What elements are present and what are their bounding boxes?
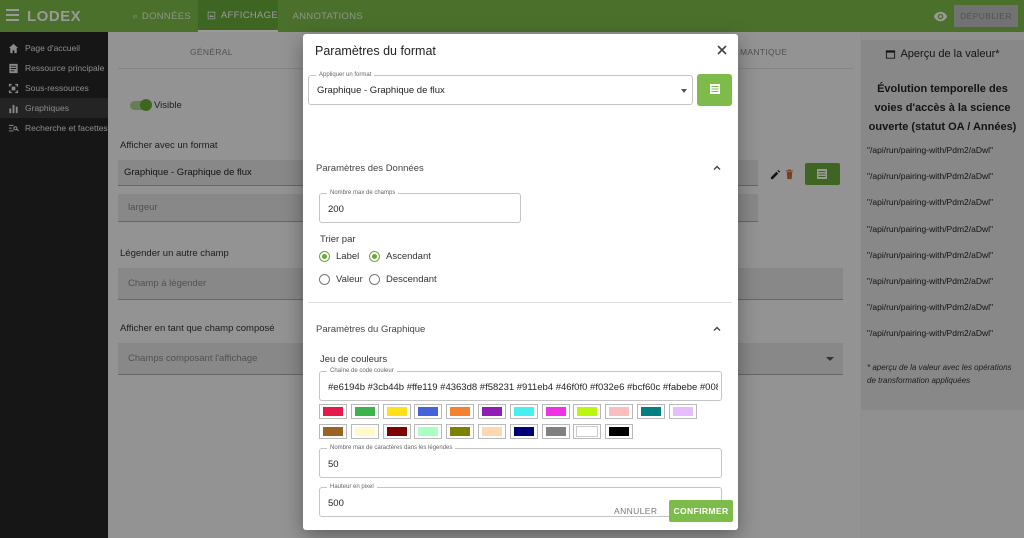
close-icon[interactable] [716,44,728,56]
color-swatch[interactable] [668,404,697,419]
color-swatch[interactable] [382,404,411,419]
section-divider [308,302,732,303]
format-settings-dialog: Paramètres du format Appliquer un format… [303,34,738,530]
radio-icon [369,274,380,285]
max-chars-input[interactable]: Nombre max de caractères dans les légend… [319,444,722,478]
max-fields-input[interactable]: Nombre max de champs 200 [319,189,521,223]
max-chars-legend: Nombre max de caractères dans les légend… [327,444,456,452]
dialog-content[interactable]: Appliquer un format Graphique - Graphiqu… [303,66,738,517]
color-swatch[interactable] [478,404,506,419]
color-swatch[interactable] [446,424,475,439]
format-docs-button[interactable] [697,74,732,106]
color-swatch[interactable] [446,404,475,419]
radio-label: Descendant [386,274,437,285]
radio-icon [369,251,380,262]
color-swatch[interactable] [319,404,347,419]
height-legend: Hauteur en pixel [327,483,377,491]
color-swatch[interactable] [414,424,443,439]
color-swatch[interactable] [478,424,506,439]
chevron-up-icon[interactable] [712,324,722,334]
chevron-up-icon[interactable] [712,163,722,173]
color-swatch[interactable] [605,404,634,419]
radio-icon [319,274,330,285]
color-string-legend: Chaîne de code couleur [327,367,397,375]
chevron-down-icon [681,89,687,93]
settings-list-icon [710,84,720,94]
color-swatch[interactable] [319,424,347,439]
format-select-value: Graphique - Graphique de flux [317,85,445,96]
color-swatch[interactable] [350,404,379,419]
data-section-title: Paramètres des Données [316,163,424,174]
format-select-legend: Appliquer un format [316,71,375,79]
color-swatch[interactable] [509,424,538,439]
max-fields-legend: Nombre max de champs [327,189,399,197]
color-swatch[interactable] [573,424,602,439]
color-swatch[interactable] [350,424,379,439]
radio-label: Label [336,251,360,262]
cancel-button[interactable]: ANNULER [614,506,657,516]
max-fields-value: 200 [328,204,344,215]
color-string-value: #e6194b #3cb44b #ffe119 #4363d8 #f58231 … [328,382,718,393]
format-select[interactable]: Appliquer un format Graphique - Graphiqu… [308,71,693,105]
sort-value-radio[interactable]: Valeur [319,274,363,285]
color-set-label: Jeu de couleurs [320,354,388,365]
color-swatch[interactable] [509,404,538,419]
color-swatch[interactable] [573,404,602,419]
radio-icon [319,251,330,262]
color-swatch[interactable] [637,404,665,419]
sort-by-label: Trier par [320,234,356,245]
color-swatch[interactable] [382,424,411,439]
chart-section-title: Paramètres du Graphique [316,324,426,335]
sort-label-radio[interactable]: Label [319,251,359,262]
color-swatch[interactable] [414,404,443,419]
dialog-title: Paramètres du format [315,44,436,58]
sort-ascending-radio[interactable]: Ascendant [369,251,431,262]
color-swatch[interactable] [541,424,570,439]
color-swatch[interactable] [541,404,570,419]
radio-label: Valeur [336,274,363,285]
sort-descending-radio[interactable]: Descendant [369,274,437,285]
color-string-input[interactable]: Chaîne de code couleur #e6194b #3cb44b #… [319,367,722,401]
dialog-actions: ANNULER CONFIRMER [303,494,738,530]
color-swatch[interactable] [605,424,634,439]
confirm-button[interactable]: CONFIRMER [669,500,733,522]
radio-label: Ascendant [386,251,431,262]
max-chars-value: 50 [328,459,339,470]
